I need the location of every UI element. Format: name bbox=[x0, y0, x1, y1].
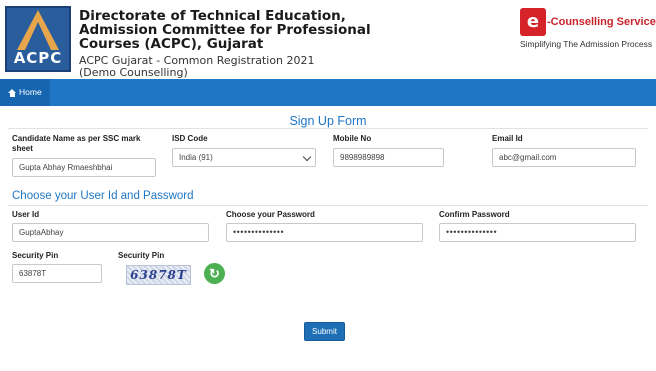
submit-button[interactable]: Submit bbox=[304, 322, 345, 341]
captcha-label: Security Pin bbox=[118, 251, 165, 260]
security-pin-input[interactable]: 63878T bbox=[12, 264, 102, 283]
home-icon bbox=[8, 88, 16, 97]
nav-home-link[interactable]: Home bbox=[0, 79, 50, 106]
password-label: Choose your Password bbox=[226, 210, 315, 219]
section-title: Choose your User Id and Password bbox=[12, 190, 194, 202]
isd-code-label: ISD Code bbox=[172, 134, 208, 143]
ecounselling-mark: e bbox=[520, 8, 546, 36]
nav-home-label: Home bbox=[19, 87, 42, 97]
title-divider bbox=[8, 128, 648, 129]
userid-label: User Id bbox=[12, 210, 40, 219]
acpc-logo: ACPC bbox=[5, 6, 71, 72]
refresh-captcha-icon[interactable]: ↻ bbox=[204, 263, 225, 284]
ecounselling-tagline: Simplifying The Admission Process bbox=[520, 39, 653, 49]
isd-code-select[interactable]: India (91) bbox=[172, 148, 316, 167]
mobile-input[interactable]: 9898989898 bbox=[333, 148, 444, 167]
section-divider bbox=[8, 205, 648, 206]
security-pin-label: Security Pin bbox=[12, 251, 59, 260]
logo-text: ACPC bbox=[13, 49, 63, 67]
mobile-label: Mobile No bbox=[333, 134, 372, 143]
candidate-name-label: Candidate Name as per SSC mark sheet bbox=[12, 134, 141, 153]
org-title: Directorate of Technical Education, Admi… bbox=[79, 8, 371, 52]
confirm-password-input[interactable]: •••••••••••••• bbox=[439, 223, 636, 242]
chevron-down-icon bbox=[302, 152, 312, 162]
confirm-password-label: Confirm Password bbox=[439, 210, 510, 219]
userid-input[interactable]: GuptaAbhay bbox=[12, 223, 209, 242]
password-input[interactable]: •••••••••••••• bbox=[226, 223, 423, 242]
main-navbar: Home bbox=[0, 79, 656, 106]
captcha-image: 63878T bbox=[126, 265, 191, 285]
form-title: Sign Up Form bbox=[289, 114, 367, 128]
isd-code-value: India (91) bbox=[179, 153, 213, 162]
page-header: ACPC Directorate of Technical Education,… bbox=[0, 0, 656, 78]
email-input[interactable]: abc@gmail.com bbox=[492, 148, 636, 167]
candidate-name-input[interactable]: Gupta Abhay Rmaeshbhai bbox=[12, 158, 156, 177]
ecounselling-logo: e -Counselling Services Simplifying The … bbox=[520, 8, 656, 50]
site-subtitle: ACPC Gujarat - Common Registration 2021 … bbox=[79, 54, 315, 79]
ecounselling-name: -Counselling Services bbox=[547, 16, 656, 28]
email-label: Email Id bbox=[492, 134, 523, 143]
